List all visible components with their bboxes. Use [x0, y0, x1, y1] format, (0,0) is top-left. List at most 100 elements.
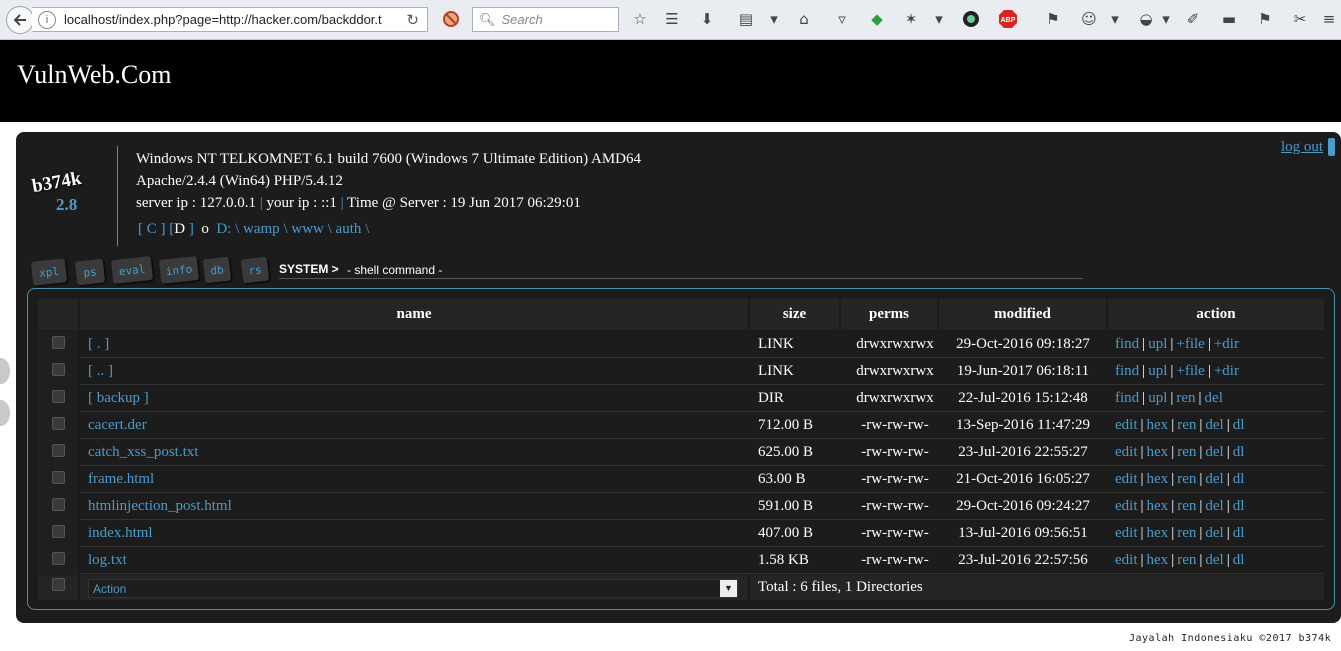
action-link[interactable]: ren — [1177, 525, 1196, 541]
search-input[interactable]: 🔍︎ Search — [472, 7, 619, 32]
menu-icon[interactable]: ≡ — [1318, 8, 1340, 30]
file-name-link[interactable]: frame.html — [88, 471, 154, 488]
row-checkbox[interactable] — [52, 525, 65, 538]
action-link[interactable]: del — [1205, 417, 1223, 433]
table-row[interactable]: [ backup ] DIR drwxrwxrwx 22-Jul-2016 15:12… — [38, 386, 1324, 413]
action-link[interactable]: hex — [1147, 525, 1169, 541]
eyedropper-icon[interactable]: ✐ — [1182, 8, 1204, 30]
table-row[interactable]: cacert.der 712.00 B -rw-rw-rw- 13-Sep-2016 … — [38, 413, 1324, 440]
bell-icon[interactable]: ⚑ — [1254, 8, 1276, 30]
tab-rs[interactable]: rs — [240, 256, 270, 284]
shell-command-input[interactable]: - shell command - — [347, 263, 442, 277]
action-link[interactable]: ren — [1177, 417, 1196, 433]
action-link[interactable]: find — [1115, 390, 1139, 406]
action-link[interactable]: hex — [1147, 444, 1169, 460]
action-link[interactable]: hex — [1147, 471, 1169, 487]
action-link[interactable]: +file — [1176, 336, 1204, 352]
bookmark-star-icon[interactable]: ☆ — [629, 8, 651, 30]
action-link[interactable]: upl — [1148, 363, 1167, 379]
table-row[interactable]: [ .. ] LINK drwxrwxrwx 19-Jun-2017 06:18:11… — [38, 359, 1324, 386]
action-link[interactable]: ren — [1177, 444, 1196, 460]
table-row[interactable]: frame.html 63.00 B -rw-rw-rw- 21-Oct-2016 1… — [38, 467, 1324, 494]
file-name-link[interactable]: index.html — [88, 525, 153, 542]
scroll-nub[interactable] — [0, 358, 10, 384]
select-all-checkbox[interactable] — [52, 578, 65, 591]
tab-info[interactable]: info — [158, 256, 200, 284]
file-perms[interactable]: drwxrwxrwx — [850, 336, 940, 353]
action-select[interactable]: Action ▼ — [88, 579, 738, 598]
action-link[interactable]: del — [1205, 525, 1223, 541]
reload-icon[interactable]: ↻ — [406, 11, 419, 29]
home-icon[interactable]: ⌂ — [793, 8, 815, 30]
action-link[interactable]: dl — [1233, 444, 1245, 460]
file-name-link[interactable]: htmlinjection_post.html — [88, 498, 232, 515]
tab-db[interactable]: db — [202, 256, 232, 284]
action-link[interactable]: del — [1205, 498, 1223, 514]
action-link[interactable]: edit — [1115, 498, 1138, 514]
file-name-link[interactable]: catch_xss_post.txt — [88, 444, 198, 461]
file-perms[interactable]: -rw-rw-rw- — [850, 417, 940, 434]
file-name-link[interactable]: [ .. ] — [88, 363, 113, 380]
file-name-link[interactable]: cacert.der — [88, 417, 147, 434]
action-link[interactable]: +file — [1176, 363, 1204, 379]
file-perms[interactable]: drwxrwxrwx — [850, 390, 940, 407]
action-link[interactable]: upl — [1148, 336, 1167, 352]
header-name[interactable]: name — [80, 299, 748, 330]
action-link[interactable]: dl — [1233, 471, 1245, 487]
file-perms[interactable]: -rw-rw-rw- — [850, 444, 940, 461]
action-link[interactable]: hex — [1147, 552, 1169, 568]
path-segment[interactable]: wamp — [243, 221, 280, 237]
action-link[interactable]: find — [1115, 363, 1139, 379]
table-row[interactable]: catch_xss_post.txt 625.00 B -rw-rw-rw- 23-J… — [38, 440, 1324, 467]
back-button[interactable] — [6, 6, 34, 34]
row-checkbox[interactable] — [52, 390, 65, 403]
hat-icon[interactable]: ◒ — [1135, 8, 1157, 30]
camera-icon[interactable] — [960, 8, 982, 30]
table-row[interactable]: log.txt 1.58 KB -rw-rw-rw- 23-Jul-2016 22:5… — [38, 548, 1324, 575]
row-checkbox[interactable] — [52, 363, 65, 376]
table-row[interactable]: [ . ] LINK drwxrwxrwx 29-Oct-2016 09:18:27 f… — [38, 332, 1324, 359]
row-checkbox[interactable] — [52, 498, 65, 511]
action-link[interactable]: ren — [1177, 498, 1196, 514]
bug-icon[interactable]: ✶ — [900, 8, 922, 30]
chevron-down-icon[interactable]: ▾ — [1104, 8, 1126, 30]
logout-link[interactable]: log out — [1281, 139, 1323, 156]
drive-d-current[interactable]: D — [174, 221, 185, 237]
reading-list-icon[interactable]: ☰ — [661, 8, 683, 30]
action-link[interactable]: dl — [1233, 417, 1245, 433]
action-link[interactable]: edit — [1115, 471, 1138, 487]
chevron-down-icon[interactable]: ▾ — [928, 8, 950, 30]
file-name-link[interactable]: [ backup ] — [88, 390, 149, 407]
action-link[interactable]: +dir — [1214, 363, 1239, 379]
path-segment[interactable]: D: — [216, 221, 231, 237]
url-text[interactable]: localhost/index.php?page=http://hacker.c… — [64, 12, 394, 27]
row-checkbox[interactable] — [52, 471, 65, 484]
action-link[interactable]: hex — [1147, 417, 1169, 433]
action-link[interactable]: del — [1205, 444, 1223, 460]
action-link[interactable]: ren — [1177, 552, 1196, 568]
chevron-down-icon[interactable]: ▼ — [720, 580, 737, 597]
file-perms[interactable]: -rw-rw-rw- — [850, 525, 940, 542]
action-link[interactable]: +dir — [1214, 336, 1239, 352]
tab-eval[interactable]: eval — [110, 255, 154, 285]
adblock-icon[interactable]: ABP — [997, 8, 1019, 30]
noscript-icon[interactable] — [440, 8, 462, 30]
header-modified[interactable]: modified — [939, 299, 1106, 330]
action-link[interactable]: ren — [1176, 390, 1195, 406]
action-link[interactable]: del — [1205, 390, 1223, 406]
shield-icon[interactable]: ◆ — [866, 8, 888, 30]
tab-ps[interactable]: ps — [74, 258, 106, 286]
header-perms[interactable]: perms — [841, 299, 937, 330]
header-size[interactable]: size — [750, 299, 839, 330]
action-link[interactable]: hex — [1147, 498, 1169, 514]
action-link[interactable]: edit — [1115, 552, 1138, 568]
download-icon[interactable]: ⬇ — [696, 8, 718, 30]
row-checkbox[interactable] — [52, 444, 65, 457]
address-bar[interactable]: i localhost/index.php?page=http://hacker… — [32, 7, 428, 32]
pocket-icon[interactable]: ▿ — [831, 8, 853, 30]
tab-xpl[interactable]: xpl — [30, 258, 68, 286]
file-perms[interactable]: drwxrwxrwx — [850, 363, 940, 380]
action-link[interactable]: del — [1205, 471, 1223, 487]
face-icon[interactable]: ☺ — [1078, 8, 1100, 30]
action-link[interactable]: find — [1115, 336, 1139, 352]
